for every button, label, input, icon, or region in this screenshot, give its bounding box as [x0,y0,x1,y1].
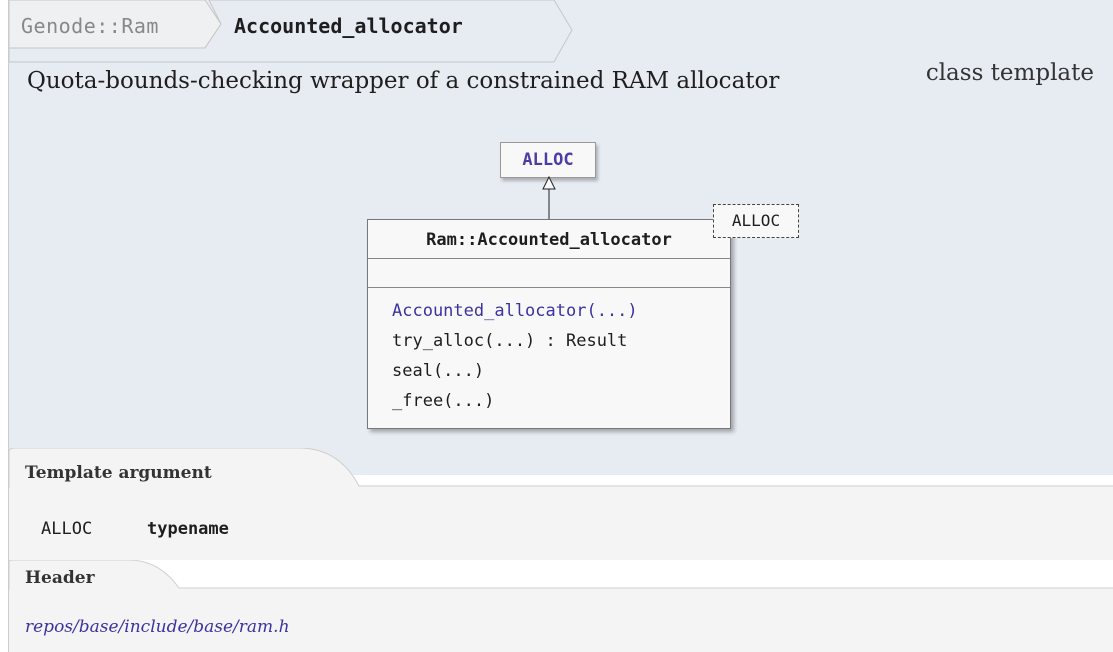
operation-free: _free(...) [392,391,495,411]
class-kind-label: class template [925,60,1094,86]
template-argument-type: typename [147,519,229,539]
operation-seal: seal(...) [392,361,485,381]
class-box-operations: Accounted_allocator(...) try_alloc(...) … [368,288,730,416]
class-box-attributes [368,259,730,288]
class-box: Ram::Accounted_allocator Accounted_alloc… [367,219,731,429]
header-heading: Header [25,568,95,588]
breadcrumb-class-name: Accounted_allocator [234,14,463,38]
class-description: Quota-bounds-checking wrapper of a const… [27,68,780,94]
header-tab [9,560,1113,592]
template-argument-heading: Template argument [25,463,212,483]
base-class-box[interactable]: ALLOC [500,142,596,178]
operation-try-alloc: try_alloc(...) : Result [392,331,628,351]
documentation-panel: Genode::Ram Accounted_allocator Quota-bo… [8,0,1113,652]
breadcrumb-namespace[interactable]: Genode::Ram [21,14,159,38]
operation-constructor[interactable]: Accounted_allocator(...) [392,296,730,326]
template-parameter-box: ALLOC [713,204,799,238]
inheritance-arrow [542,175,556,219]
template-argument-name: ALLOC [41,519,93,539]
class-box-title: Ram::Accounted_allocator [368,220,730,259]
header-path-link[interactable]: repos/base/include/base/ram.h [25,617,290,637]
